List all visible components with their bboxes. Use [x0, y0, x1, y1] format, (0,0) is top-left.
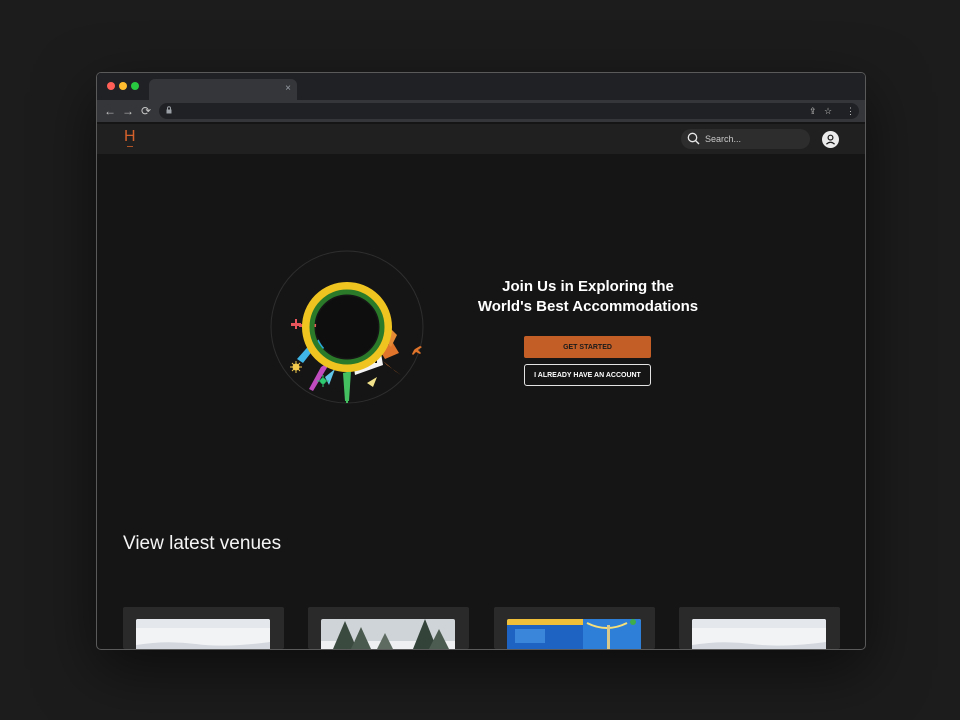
close-icon[interactable]: ×	[285, 83, 291, 95]
window-close-button[interactable]	[107, 82, 115, 90]
window-maximize-button[interactable]	[131, 82, 139, 90]
logo-underline	[127, 146, 133, 147]
hero-title: Join Us in Exploring the World's Best Ac…	[463, 277, 713, 316]
venue-card[interactable]	[123, 607, 284, 649]
window-minimize-button[interactable]	[119, 82, 127, 90]
venue-thumbnail	[692, 619, 826, 649]
avatar[interactable]	[822, 131, 839, 148]
venue-thumbnail	[507, 619, 641, 649]
lock-icon	[166, 106, 172, 114]
user-icon	[825, 134, 836, 145]
latest-venues-heading: View latest venues	[123, 533, 282, 554]
hero-title-line1: Join Us in Exploring the	[502, 278, 674, 295]
existing-account-button[interactable]: I ALREADY HAVE AN ACCOUNT	[524, 364, 651, 386]
venue-thumbnail	[321, 619, 455, 649]
hero-title-line2: World's Best Accommodations	[477, 297, 699, 315]
browser-tab[interactable]: ×	[149, 79, 297, 100]
venue-card[interactable]	[494, 607, 655, 649]
venue-card[interactable]	[308, 607, 469, 649]
site-logo[interactable]: H	[124, 128, 136, 146]
world-travel-illustration	[270, 250, 424, 404]
browser-toolbar: ← → ⟳ ⇪ ☆ ⋮	[97, 100, 865, 122]
search-box[interactable]	[681, 129, 810, 149]
site-header: H	[97, 124, 865, 154]
back-icon[interactable]: ←	[103, 103, 117, 119]
share-icon[interactable]: ⇪	[809, 105, 817, 117]
star-icon[interactable]: ☆	[824, 105, 832, 117]
browser-window: × ← → ⟳ ⇪ ☆ ⋮ H Search... Join Us in Exp…	[96, 72, 866, 650]
venue-card[interactable]	[679, 607, 840, 649]
search-icon	[687, 132, 700, 145]
address-bar[interactable]: ⇪ ☆ ⋮	[159, 103, 859, 119]
menu-icon[interactable]: ⋮	[846, 105, 855, 117]
browser-tab-strip: ×	[97, 73, 865, 100]
forward-icon[interactable]: →	[121, 103, 135, 119]
get-started-button[interactable]: GET STARTED	[524, 336, 651, 358]
search-input[interactable]	[705, 132, 805, 146]
reload-icon[interactable]: ⟳	[139, 103, 153, 119]
venue-thumbnail	[136, 619, 270, 649]
